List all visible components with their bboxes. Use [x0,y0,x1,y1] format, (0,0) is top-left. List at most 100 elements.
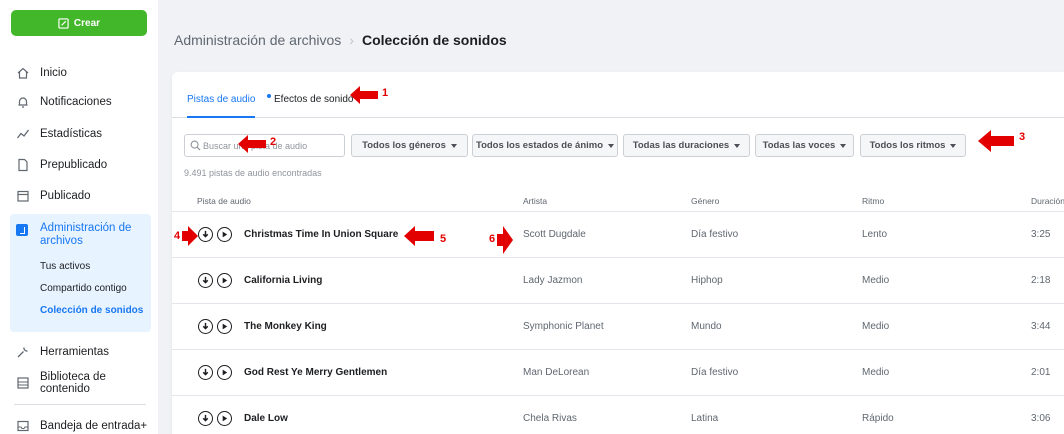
caret-down-icon [450,143,457,148]
filter-genre-dropdown[interactable]: Todos los géneros [351,134,468,157]
download-button[interactable] [198,227,213,242]
breadcrumb: Administración de archivos › Colección d… [174,32,507,48]
column-header-duration: Duración [1031,196,1064,206]
track-title[interactable]: The Monkey King [244,321,327,332]
track-duration: 3:44 [1031,321,1051,332]
sidebar-item-inicio[interactable]: Inicio [0,61,158,85]
table-row[interactable]: God Rest Ye Merry Gentlemen Man DeLorean… [172,350,1064,396]
download-button[interactable] [198,411,213,426]
track-title[interactable]: California Living [244,275,322,286]
table-row[interactable]: California Living Lady Jazmon Hiphop Med… [172,258,1064,304]
download-button[interactable] [198,319,213,334]
media-icon [16,224,28,236]
sidebar-item-bandeja[interactable]: Bandeja de entrada+ [0,414,158,434]
chevron-right-icon: › [349,32,354,48]
sidebar-item-label: Biblioteca de contenido [40,371,106,395]
caret-down-icon [734,143,741,148]
table-header: Pista de audio Artista Género Ritmo Dura… [172,192,1064,212]
track-artist: Lady Jazmon [523,275,583,286]
annotation-number: 4 [174,230,181,242]
sidebar-subitem-tus-activos[interactable]: Tus activos [40,261,90,272]
page-title: Colección de sonidos [361,32,507,48]
annotation-arrow-right-icon [182,226,198,246]
sidebar-item-label: Publicado [40,190,91,202]
calendar-icon [15,188,31,204]
library-icon [15,375,31,391]
sidebar-subitem-compartido[interactable]: Compartido contigo [40,283,127,294]
sidebar-item-estadisticas[interactable]: Estadísticas [0,122,158,146]
tab-label: Efectos de sonido [274,94,354,105]
play-icon [222,369,228,376]
track-artist: Man DeLorean [523,367,590,378]
annotation-arrow-left-icon [978,130,1014,152]
play-button[interactable] [217,319,232,334]
annotation-number: 6 [489,233,496,245]
play-button[interactable] [217,411,232,426]
track-tempo: Rápido [862,413,894,424]
edit-icon [58,17,69,29]
filter-label: Todos los géneros [362,140,446,151]
column-header-tempo: Ritmo [862,196,885,206]
download-icon [202,322,209,330]
download-icon [202,368,209,376]
track-tempo: Medio [862,367,890,378]
track-duration: 3:06 [1031,413,1051,424]
play-icon [222,415,228,422]
tab-bar: Pistas de audio Efectos de sonido [172,72,1064,118]
download-button[interactable] [198,365,213,380]
track-duration: 3:25 [1031,229,1051,240]
sidebar-subitem-coleccion[interactable]: Colección de sonidos [40,305,143,316]
filter-label: Todos los estados de ánimo [475,140,604,151]
annotation-number: 1 [382,87,389,99]
sidebar-item-biblioteca[interactable]: Biblioteca de contenido [0,371,158,395]
inbox-icon [15,418,31,434]
play-button[interactable] [217,227,232,242]
create-button[interactable]: Crear [11,10,147,36]
track-genre: Hiphop [691,275,723,286]
track-genre: Día festivo [691,229,739,240]
sidebar-item-prepublicado[interactable]: Prepublicado [0,153,158,177]
filter-duration-dropdown[interactable]: Todas las duraciones [623,134,750,157]
caret-down-icon [608,143,615,148]
caret-down-icon [840,143,847,148]
tab-efectos-de-sonido[interactable]: Efectos de sonido [267,94,354,105]
sidebar-item-label: Estadísticas [40,128,102,140]
table-row[interactable]: The Monkey King Symphonic Planet Mundo M… [172,304,1064,350]
filter-mood-dropdown[interactable]: Todos los estados de ánimo [472,134,618,157]
sidebar-item-herramientas[interactable]: Herramientas [0,340,158,364]
sidebar-divider [14,404,146,405]
track-tempo: Medio [862,321,890,332]
download-icon [202,230,209,238]
result-count: 9.491 pistas de audio encontradas [184,168,322,178]
play-button[interactable] [217,273,232,288]
sidebar-item-administracion[interactable]: Administración de archivos [40,222,140,248]
sidebar-item-label: Inicio [40,67,67,79]
wrench-icon [15,344,31,360]
track-title[interactable]: Dale Low [244,413,288,424]
track-title[interactable]: Christmas Time In Union Square [244,229,398,240]
sidebar-item-label: Bandeja de entrada+ [40,420,148,432]
sidebar-item-notificaciones[interactable]: Notificaciones [0,90,158,114]
track-title[interactable]: God Rest Ye Merry Gentlemen [244,367,387,378]
track-genre: Día festivo [691,367,739,378]
sidebar: Crear Inicio Notificaciones Estadísticas… [0,0,158,434]
bell-icon [15,94,31,110]
play-button[interactable] [217,365,232,380]
breadcrumb-parent[interactable]: Administración de archivos [174,32,341,48]
table-row[interactable]: Christmas Time In Union Square Scott Dug… [172,212,1064,258]
table-row[interactable]: Dale Low Chela Rivas Latina Rápido 3:06 [172,396,1064,434]
tab-pistas-de-audio[interactable]: Pistas de audio [187,94,256,118]
filter-tempo-dropdown[interactable]: Todos los ritmos [860,134,966,157]
document-icon [15,157,31,173]
filter-voice-dropdown[interactable]: Todas las voces [755,134,854,157]
sidebar-item-label: Notificaciones [40,96,112,108]
track-artist: Symphonic Planet [523,321,604,332]
download-button[interactable] [198,273,213,288]
new-dot-icon [267,94,271,99]
sidebar-item-publicado[interactable]: Publicado [0,184,158,208]
annotation-arrow-left-icon [404,226,434,246]
track-duration: 2:18 [1031,275,1051,286]
play-icon [222,323,228,330]
sound-collection-card: Pistas de audio Efectos de sonido Todos … [172,72,1064,434]
sidebar-item-label: Herramientas [40,346,110,358]
